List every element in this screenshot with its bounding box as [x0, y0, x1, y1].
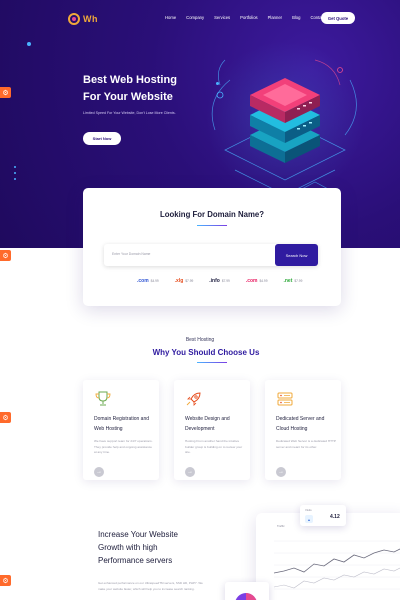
nav-home[interactable]: Home: [165, 15, 176, 20]
performance-desc: Get enhanced performance on our Ultraspe…: [98, 581, 203, 591]
decor-dot: [27, 42, 31, 46]
tld-item: .info $7.99: [209, 278, 230, 284]
traffic-line-chart: [273, 540, 400, 590]
title-underline: [197, 362, 227, 363]
feature-card: Domain Registration and Web Hosting We h…: [83, 380, 159, 480]
trophy-icon: [95, 391, 111, 406]
tld-price: $7.99: [221, 279, 230, 283]
settings-gear-icon[interactable]: ⚙: [0, 575, 11, 586]
dashboard-mockup: Traffic: [256, 513, 400, 600]
domain-search-form: Enter Your Domain Name Search Now: [104, 244, 318, 266]
nav-blog[interactable]: Blog: [292, 15, 300, 20]
feature-card: Dedicated Server and Cloud Hosting Dedic…: [265, 380, 341, 480]
tld-name: .com: [245, 278, 258, 284]
performance-title: Increase Your Website Growth with high P…: [98, 528, 208, 567]
stat-value: 4.12: [330, 514, 340, 520]
tld-name: .com: [137, 278, 149, 284]
donut-chart-icon: [235, 593, 257, 600]
nav-services[interactable]: Services: [214, 15, 230, 20]
server-icon: [277, 392, 293, 406]
get-quote-button[interactable]: Get Quote: [321, 12, 355, 24]
performance-title-line-3: Performance servers: [98, 556, 173, 565]
stat-label: Visits: [305, 508, 312, 512]
logo-icon: [68, 13, 80, 25]
section-kicker: Best Hosting: [185, 337, 215, 343]
start-now-button[interactable]: Start Now: [83, 132, 121, 145]
decor-dots: [14, 166, 16, 184]
search-now-button[interactable]: Search Now: [275, 244, 318, 266]
tld-price: $4.99: [259, 279, 268, 283]
mini-stat-card: [225, 582, 269, 600]
feature-desc: Dedicated Web Server is a dedicated HTTP…: [276, 439, 336, 449]
feature-desc: We have support team for 24/7 operations…: [94, 439, 153, 454]
nav-planner[interactable]: Planner: [268, 15, 282, 20]
arrow-right-icon[interactable]: →: [94, 467, 104, 477]
tld-item: .com $4.99: [137, 278, 159, 284]
settings-gear-icon[interactable]: ⚙: [0, 250, 11, 261]
tld-name: .net: [283, 278, 293, 284]
tld-price: $7.99: [185, 279, 194, 283]
feature-title: Dedicated Server and Cloud Hosting: [276, 416, 325, 432]
nav-company[interactable]: Company: [186, 15, 204, 20]
tld-item: .com $4.99: [246, 278, 268, 284]
main-nav: Home Company Services Portfolios Planner…: [165, 15, 341, 20]
logo-text: Wh: [83, 14, 98, 24]
tld-name: .xlg: [174, 278, 184, 284]
title-underline: [197, 225, 227, 226]
nav-portfolios[interactable]: Portfolios: [240, 15, 257, 20]
arrow-right-icon[interactable]: →: [276, 467, 286, 477]
performance-title-line-2: Growth with high: [98, 543, 158, 552]
feature-card: Website Design and Development Hosting F…: [174, 380, 250, 480]
decor-dot: [216, 82, 219, 85]
arrow-right-icon[interactable]: →: [185, 467, 195, 477]
settings-gear-icon[interactable]: ⚙: [0, 412, 11, 423]
domain-title: Looking For Domain Name?: [160, 210, 264, 219]
tld-name: .info: [209, 278, 220, 284]
tld-price-list: .com $4.99 .xlg $7.99 .info $7.99 .com $…: [137, 278, 318, 284]
rocket-icon: [186, 392, 201, 406]
logo[interactable]: Wh: [68, 13, 98, 25]
section-title: Why You Should Choose Us: [152, 348, 260, 357]
chart-label: Traffic: [277, 524, 285, 528]
stat-card: Visits ▴ 4.12: [300, 505, 346, 526]
performance-title-line-1: Increase Your Website: [98, 530, 178, 539]
tld-item: .net $7.99: [283, 278, 302, 284]
feature-title: Website Design and Development: [185, 416, 230, 432]
tld-item: .xlg $7.99: [175, 278, 194, 284]
settings-gear-icon[interactable]: ⚙: [0, 87, 11, 98]
chart-icon: ▴: [305, 515, 313, 523]
feature-desc: Hosting From another hand the intuitive …: [185, 439, 243, 454]
domain-input[interactable]: Enter Your Domain Name: [112, 252, 150, 256]
domain-search-card: Looking For Domain Name? Enter Your Doma…: [83, 188, 341, 306]
feature-title: Domain Registration and Web Hosting: [94, 416, 150, 432]
tld-price: $4.99: [150, 279, 159, 283]
tld-price: $7.99: [294, 279, 303, 283]
